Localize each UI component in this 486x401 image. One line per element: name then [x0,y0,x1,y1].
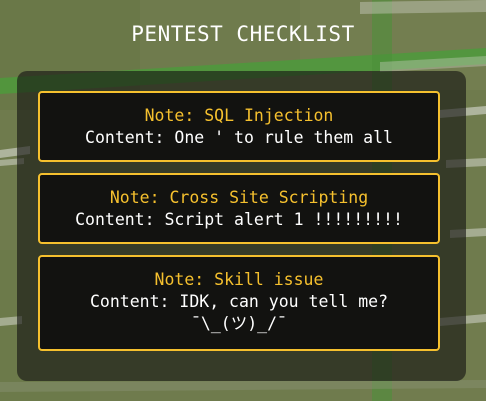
note-card[interactable]: Note: SQL Injection Content: One ' to ru… [38,91,440,162]
note-title: Note: Cross Site Scripting [109,188,369,207]
note-content: Content: Script alert 1 !!!!!!!!! [75,210,403,229]
note-content: Content: One ' to rule them all [85,128,393,147]
note-content: Content: IDK, can you tell me? ¯\_(ツ)_/¯ [89,292,388,333]
checklist-panel: Note: SQL Injection Content: One ' to ru… [17,71,466,381]
note-card[interactable]: Note: Cross Site Scripting Content: Scri… [38,173,440,244]
note-card[interactable]: Note: Skill issue Content: IDK, can you … [38,255,440,351]
note-title: Note: SQL Injection [144,106,334,125]
page-title: PENTEST CHECKLIST [131,22,355,46]
note-title: Note: Skill issue [154,270,324,289]
